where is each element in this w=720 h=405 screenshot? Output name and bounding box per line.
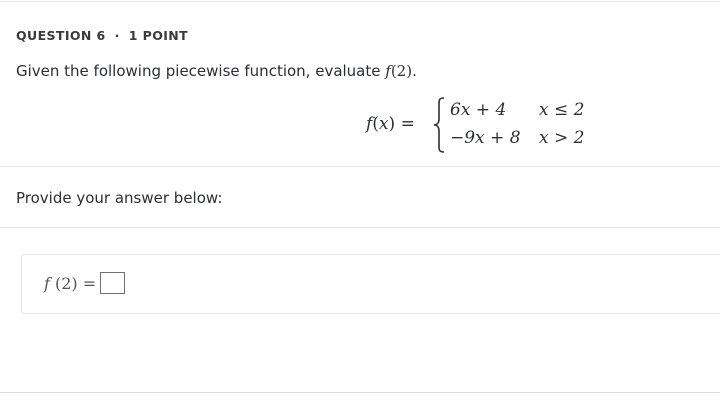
answer-input[interactable] <box>100 272 126 294</box>
header-separator: · <box>114 27 120 43</box>
answer-expression: f (2) = <box>44 272 126 294</box>
prompt-math-arg: (2) <box>390 62 413 80</box>
piecewise-function: f(x) = 6x + 4 x ≤ 2 −9x + 8 x > 2 <box>366 96 596 154</box>
piecewise-lhs: f(x) = <box>366 114 420 134</box>
answer-instructions: Provide your answer below: <box>16 189 223 207</box>
question-prompt: Given the following piecewise function, … <box>16 62 417 80</box>
case-2-condition: x > 2 <box>539 128 585 148</box>
prompt-period: . <box>412 62 417 80</box>
lhs-open-paren: ( <box>372 114 379 134</box>
prompt-text: Given the following piecewise function, … <box>16 62 386 80</box>
left-brace-icon <box>433 97 445 153</box>
case-1-expression: 6x + 4 <box>450 100 507 120</box>
bottom-divider <box>0 392 720 393</box>
lhs-variable: x <box>378 114 389 134</box>
section-divider <box>0 227 720 228</box>
question-points: 1 POINT <box>128 27 189 43</box>
answer-arg: (2) <box>49 273 83 293</box>
question-header: QUESTION 6 · 1 POINT <box>16 27 188 43</box>
lhs-equals: = <box>395 114 421 134</box>
case-1-condition: x ≤ 2 <box>539 100 585 120</box>
top-divider <box>0 1 720 2</box>
prompt-math: f(2) <box>385 62 412 80</box>
section-divider <box>0 166 720 167</box>
answer-equals: = <box>82 273 97 293</box>
case-2-expression: −9x + 8 <box>450 128 521 148</box>
answer-container: f (2) = <box>21 254 720 314</box>
question-number: QUESTION 6 <box>16 27 106 43</box>
